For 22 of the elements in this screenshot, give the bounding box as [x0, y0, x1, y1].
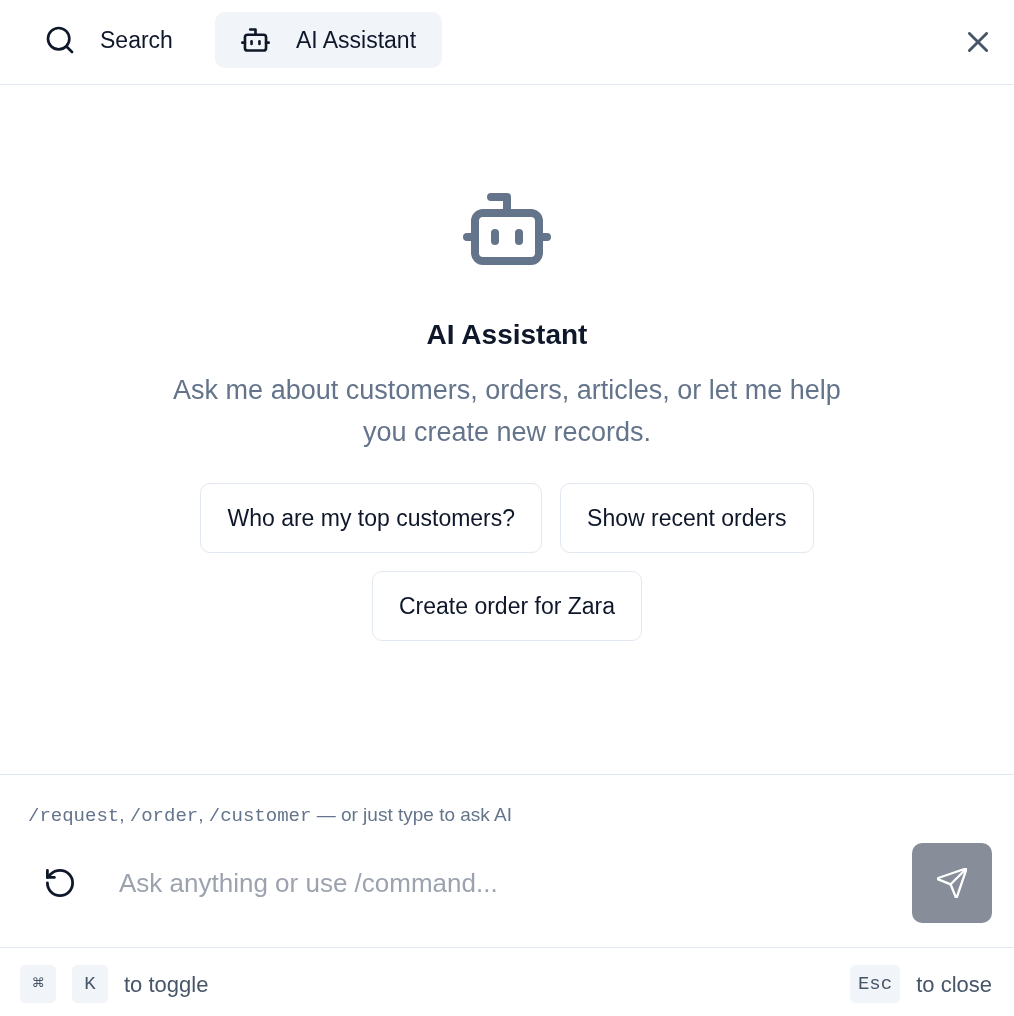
suggestion-button[interactable]: Who are my top customers? [200, 483, 543, 554]
shortcut-label: to close [916, 970, 992, 999]
chat-input[interactable]: Ask anything or use /command... [117, 862, 912, 904]
send-icon [937, 868, 967, 898]
keyboard-key: Esc [849, 965, 901, 1003]
close-button[interactable] [968, 32, 988, 52]
close-icon [968, 32, 988, 52]
empty-state-title: AI Assistant [426, 318, 588, 352]
empty-state-description: Ask me about customers, orders, articles, or let me help you create new records. [172, 374, 842, 450]
reset-button[interactable] [46, 869, 74, 897]
keyboard-key: ⌘ [20, 965, 56, 1003]
suggestion-button[interactable]: Show recent orders [560, 483, 814, 554]
suggestion-button[interactable]: Create order for Zara [372, 571, 642, 642]
robot-icon [240, 28, 270, 52]
search-icon [46, 26, 74, 54]
keyboard-key: K [72, 965, 108, 1003]
tab[interactable]: AI Assistant [214, 12, 443, 68]
robot-icon [463, 193, 551, 265]
command-hint: /request, /order, /customer — or just type to ask AI [28, 803, 514, 828]
shortcut-label: to toggle [124, 970, 209, 999]
tab[interactable]: Search [30, 12, 199, 68]
reset-icon [46, 869, 74, 897]
